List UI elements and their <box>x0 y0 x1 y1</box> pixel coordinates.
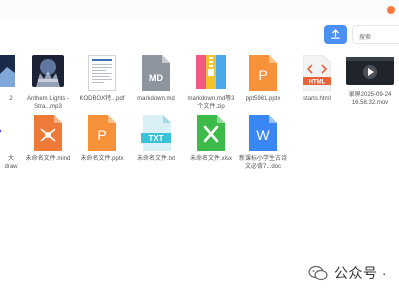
video-file-icon <box>346 57 394 85</box>
search-box[interactable] <box>352 25 399 47</box>
draw-file-icon <box>0 129 2 133</box>
svg-text:MD: MD <box>149 73 163 83</box>
file-name: 未命名文件.xlsx <box>189 156 232 162</box>
word-file-icon: W <box>249 115 277 151</box>
svg-text:P: P <box>97 127 106 143</box>
svg-text:HTML: HTML <box>309 80 326 86</box>
top-bar <box>0 0 399 20</box>
image-thumbnail-icon <box>0 55 15 87</box>
file-name: 未命名文件.pptx <box>80 156 124 162</box>
file-name: ppt5981.pptx <box>245 96 281 102</box>
svg-text:TXT: TXT <box>148 134 163 143</box>
xlsx-file-icon <box>197 115 225 151</box>
txt-file-icon: TXT <box>141 115 171 151</box>
svg-text:W: W <box>256 127 270 143</box>
file-name: 未命名文件.txt <box>136 156 175 162</box>
audio-cover-icon <box>32 55 64 87</box>
search-input[interactable] <box>353 29 399 47</box>
svg-text:P: P <box>258 67 267 83</box>
zip-archive-icon <box>196 55 226 89</box>
file-name: 新课标小学生古诗 文必背7...doc <box>238 156 287 170</box>
wechat-icon <box>308 265 328 281</box>
pptx-file-icon: P <box>249 55 277 91</box>
notification-badge-icon[interactable] <box>387 6 395 14</box>
file-name: markdown.md等3 个文件.zip <box>187 96 235 110</box>
file-name: markdown.md <box>137 96 175 102</box>
upload-button[interactable] <box>324 25 347 44</box>
html-file-icon: HTML <box>303 55 331 91</box>
file-name: 录屏2025-09-24 16.58.32.mov <box>348 92 392 106</box>
file-name: KODBOX特...pdf <box>79 96 125 102</box>
pptx-file-icon: P <box>88 115 116 151</box>
pdf-document-icon <box>88 55 116 91</box>
watermark-text: 公众号 · <box>334 265 388 281</box>
watermark: 公众号 · <box>308 263 387 283</box>
file-name: starts.html <box>303 96 331 102</box>
file-name: 未命名文件.mind <box>25 156 71 162</box>
upload-icon <box>331 29 340 39</box>
file-name: Anthem Lights - Stra...mp3 <box>26 96 70 110</box>
mind-map-icon <box>34 115 62 151</box>
md-file-icon: MD <box>142 55 170 91</box>
